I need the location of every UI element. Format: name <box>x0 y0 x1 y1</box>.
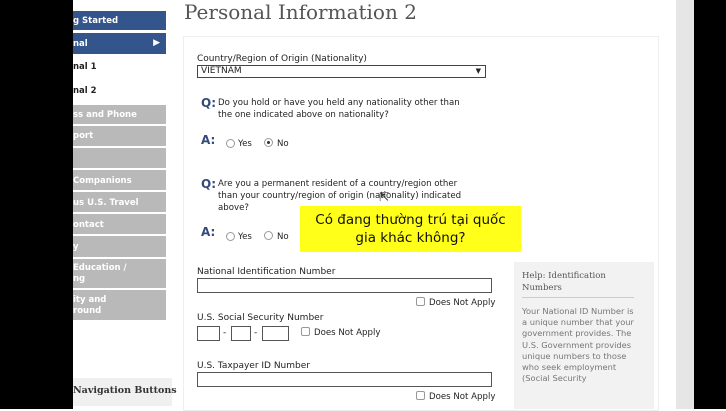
ssn-separator: - <box>254 328 258 338</box>
sidebar-item-label: g Started <box>73 16 119 26</box>
q1-yes-radio[interactable] <box>226 139 235 148</box>
answer-marker: A: <box>201 225 216 239</box>
sidebar-item-previous-us-travel[interactable]: us U.S. Travel <box>73 191 166 212</box>
caption-line-2: gia khác không? <box>355 230 466 246</box>
taxpayer-id-does-not-apply-checkbox[interactable] <box>416 391 425 400</box>
sidebar-item-us-contact[interactable]: ontact <box>73 213 166 234</box>
question-2-line-2: than your country/region of origin (nati… <box>218 191 462 201</box>
taxpayer-id-input[interactable] <box>197 372 492 387</box>
sidebar-item-passport[interactable]: port <box>73 125 166 146</box>
sidebar-item-label: ontact <box>73 220 104 230</box>
sidebar-item-family[interactable]: y <box>73 235 166 257</box>
taxpayer-id-label: U.S. Taxpayer ID Number <box>197 361 310 371</box>
ssn-part-3-input[interactable] <box>262 326 289 341</box>
question-2-line-3: above? <box>218 203 249 213</box>
dropdown-arrow-icon: ▼ <box>475 67 481 75</box>
q2-no-label: No <box>277 232 289 242</box>
sidebar-item-personal-1[interactable]: nal 1 <box>73 58 166 76</box>
page-title: Personal Information 2 <box>184 0 417 24</box>
help-text: Your National ID Number is a unique numb… <box>522 306 634 384</box>
ssn-separator: - <box>223 328 227 338</box>
caption-overlay: Có đang thường trú tại quốc gia khác khô… <box>300 206 521 252</box>
sidebar-item-label: nal 2 <box>73 86 97 96</box>
sidebar-item-label: y <box>73 242 79 252</box>
sidebar-item-travel[interactable] <box>73 147 166 168</box>
ssn-part-2-input[interactable] <box>231 326 251 341</box>
ssn-label: U.S. Social Security Number <box>197 313 324 323</box>
q2-yes-radio[interactable] <box>226 232 235 241</box>
sidebar-item-label: nal 1 <box>73 62 97 72</box>
national-id-input[interactable] <box>197 278 492 293</box>
sidebar-item-label: ity and <box>73 295 107 305</box>
country-label: Country/Region of Origin (Nationality) <box>197 54 367 64</box>
sidebar-item-label: Education / <box>73 263 127 273</box>
question-1-line-2: the one indicated above on nationality? <box>218 110 389 120</box>
sidebar-item-label: Companions <box>73 176 132 186</box>
sidebar-item-label: port <box>73 131 94 141</box>
ssn-does-not-apply-label: Does Not Apply <box>314 328 381 338</box>
answer-marker: A: <box>201 133 216 147</box>
navigation-buttons-heading: Navigation Buttons <box>73 385 177 396</box>
ssn-does-not-apply-checkbox[interactable] <box>301 327 310 336</box>
q1-yes-label: Yes <box>238 139 252 149</box>
sidebar-item-label-line2: ng <box>73 274 86 284</box>
q2-no-radio[interactable] <box>264 231 273 240</box>
sidebar-item-personal[interactable]: nal ▶ <box>73 33 166 54</box>
sidebar-item-work-education[interactable]: Education / ng <box>73 258 166 288</box>
taxpayer-id-does-not-apply-label: Does Not Apply <box>429 392 496 402</box>
help-title: Help: Identification Numbers <box>522 271 606 293</box>
page-gutter <box>676 0 694 409</box>
sidebar-item-label-line2: round <box>73 306 102 316</box>
national-id-label: National Identification Number <box>197 267 336 277</box>
sidebar-item-personal-2[interactable]: nal 2 <box>73 82 166 100</box>
sidebar-item-getting-started[interactable]: g Started <box>73 11 166 30</box>
q2-yes-label: Yes <box>238 232 252 242</box>
ssn-part-1-input[interactable] <box>197 326 220 341</box>
mouse-cursor-icon: ⇱ <box>379 190 390 204</box>
question-1-line-1: Do you hold or have you held any nationa… <box>218 98 460 108</box>
sidebar-item-security-background[interactable]: ity and round <box>73 289 166 320</box>
sidebar-item-label: nal <box>73 39 88 49</box>
sidebar-item-label: ss and Phone <box>73 110 137 120</box>
help-divider <box>522 297 634 298</box>
left-frame <box>0 0 73 409</box>
right-frame <box>694 0 726 409</box>
national-id-does-not-apply-label: Does Not Apply <box>429 298 496 308</box>
question-marker: Q: <box>201 96 216 110</box>
caption-line-1: Có đang thường trú tại quốc <box>315 212 506 228</box>
country-select-value: VIETNAM <box>201 66 242 76</box>
question-marker: Q: <box>201 177 216 191</box>
sidebar-item-travel-companions[interactable]: Companions <box>73 169 166 190</box>
q1-no-label: No <box>277 139 289 149</box>
sidebar-item-label: us U.S. Travel <box>73 198 139 208</box>
country-select[interactable]: VIETNAM ▼ <box>197 65 486 78</box>
chevron-right-icon: ▶ <box>153 38 160 48</box>
question-2-line-1: Are you a permanent resident of a countr… <box>218 179 458 189</box>
sidebar-item-address-phone[interactable]: ss and Phone <box>73 104 166 124</box>
q1-no-radio[interactable] <box>264 138 273 147</box>
national-id-does-not-apply-checkbox[interactable] <box>416 297 425 306</box>
